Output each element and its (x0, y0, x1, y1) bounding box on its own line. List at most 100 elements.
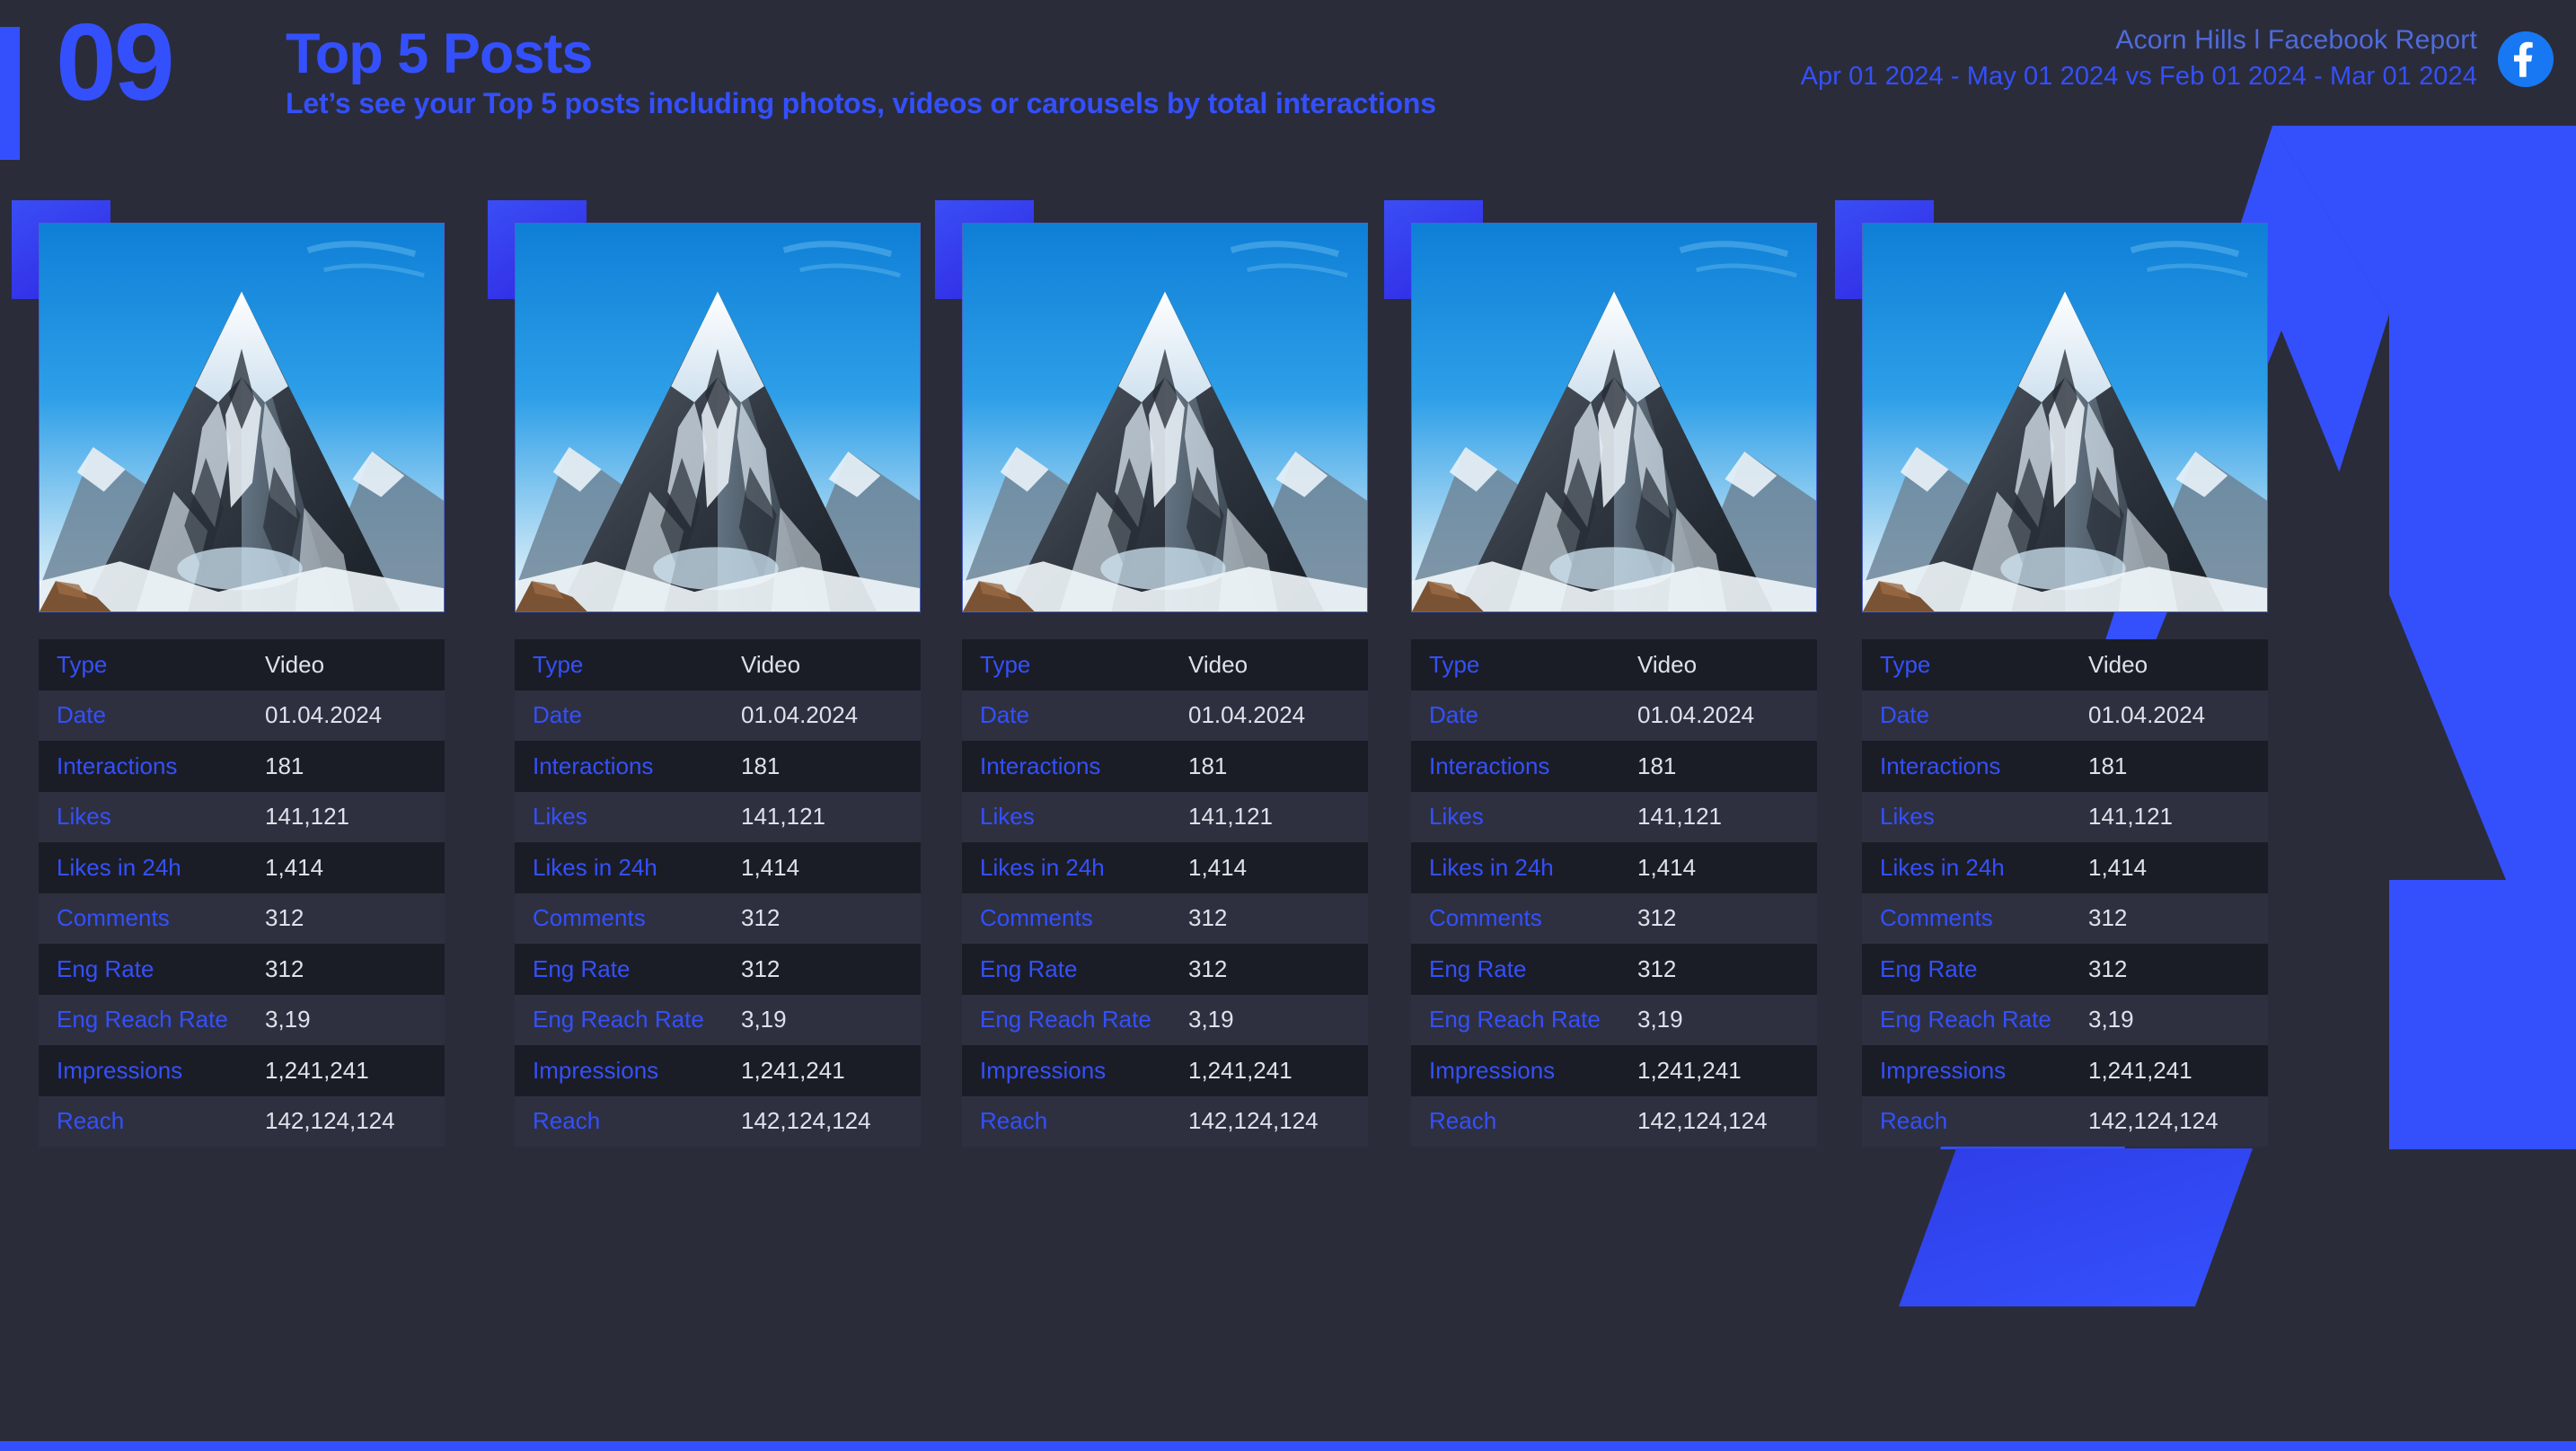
table-row: Date 01.04.2024 (515, 690, 921, 741)
table-row: Likes 141,121 (1411, 791, 1817, 842)
metric-value: 181 (1637, 752, 1677, 779)
metric-value: 312 (265, 954, 304, 982)
table-row: Date 01.04.2024 (1862, 690, 2268, 741)
metric-label: Likes in 24h (533, 853, 657, 881)
metric-label: Likes in 24h (980, 853, 1105, 881)
metric-label: Eng Rate (533, 954, 631, 982)
slide-number: 09 (56, 1, 175, 123)
table-row: Reach 142,124,124 (962, 1095, 1368, 1147)
metric-value: 1,414 (741, 853, 800, 881)
table-row: Impressions 1,241,241 (1411, 1045, 1817, 1096)
metric-label: Type (1429, 650, 1480, 678)
metric-value: 01.04.2024 (1637, 701, 1755, 729)
post-card[interactable]: Type Video Date 01.04.2024 Interactions 181 Li… (488, 200, 946, 1147)
table-row: Interactions 181 (1862, 741, 2268, 792)
post-metrics-table: Type Video Date 01.04.2024 Interactions 181 Li… (39, 639, 445, 1147)
metric-label: Eng Rate (980, 954, 1078, 982)
table-row: Impressions 1,241,241 (1862, 1045, 2268, 1096)
metric-value: 3,19 (1637, 1006, 1683, 1033)
metric-label: Likes (533, 803, 587, 831)
metric-value: 01.04.2024 (2088, 701, 2206, 729)
left-accent-bar (0, 27, 20, 160)
bottom-accent-bar (0, 1441, 2576, 1451)
post-metrics-table: Type Video Date 01.04.2024 Interactions 181 Li… (1862, 639, 2268, 1147)
metric-label: Date (980, 701, 1029, 729)
post-card[interactable]: Type Video Date 01.04.2024 Interactions 181 Li… (1835, 200, 2293, 1147)
table-row: Likes 141,121 (39, 791, 445, 842)
table-row: Eng Reach Rate 3,19 (1411, 994, 1817, 1045)
metric-value: 1,241,241 (741, 1056, 845, 1084)
metric-value: 01.04.2024 (741, 701, 859, 729)
metric-label: Eng Reach Rate (1429, 1006, 1601, 1033)
metric-label: Impressions (980, 1056, 1107, 1084)
post-card[interactable]: Type Video Date 01.04.2024 Interactions 181 Li… (1384, 200, 1842, 1147)
post-thumbnail[interactable] (1411, 223, 1817, 612)
metric-label: Comments (533, 904, 646, 932)
table-row: Reach 142,124,124 (515, 1095, 921, 1147)
metric-value: 181 (2088, 752, 2128, 779)
post-thumbnail[interactable] (39, 223, 445, 612)
table-row: Likes 141,121 (962, 791, 1368, 842)
metric-value: Video (1188, 650, 1248, 678)
metric-value: 1,241,241 (1188, 1056, 1292, 1084)
metric-value: 142,124,124 (741, 1107, 871, 1135)
metric-label: Eng Reach Rate (57, 1006, 228, 1033)
metric-label: Reach (57, 1107, 125, 1135)
metric-value: 3,19 (2088, 1006, 2134, 1033)
metric-value: 1,414 (1188, 853, 1248, 881)
metric-value: 312 (741, 904, 781, 932)
table-row: Eng Reach Rate 3,19 (39, 994, 445, 1045)
table-row: Interactions 181 (962, 741, 1368, 792)
metric-value: Video (741, 650, 801, 678)
metric-value: 3,19 (1188, 1006, 1234, 1033)
table-row: Likes 141,121 (1862, 791, 2268, 842)
report-slide: 09 Top 5 Posts Let’s see your Top 5 post… (0, 0, 2576, 1451)
metric-value: 1,241,241 (1637, 1056, 1742, 1084)
table-row: Comments 312 (39, 893, 445, 944)
metric-label: Type (57, 650, 108, 678)
post-metrics-table: Type Video Date 01.04.2024 Interactions 181 Li… (962, 639, 1368, 1147)
metric-value: 312 (265, 904, 304, 932)
metric-value: 3,19 (741, 1006, 787, 1033)
metric-label: Eng Reach Rate (980, 1006, 1151, 1033)
metric-label: Reach (980, 1107, 1048, 1135)
table-row: Comments 312 (962, 893, 1368, 944)
table-row: Comments 312 (1411, 893, 1817, 944)
metric-label: Date (533, 701, 582, 729)
table-row: Likes in 24h 1,414 (39, 842, 445, 893)
metric-label: Eng Rate (1429, 954, 1527, 982)
metric-label: Type (980, 650, 1031, 678)
table-row: Impressions 1,241,241 (962, 1045, 1368, 1096)
post-card[interactable]: Type Video Date 01.04.2024 Interactions 181 Li… (935, 200, 1393, 1147)
table-row: Type Video (1862, 639, 2268, 690)
metric-value: 181 (265, 752, 304, 779)
post-metrics-table: Type Video Date 01.04.2024 Interactions 181 Li… (515, 639, 921, 1147)
metric-label: Comments (980, 904, 1093, 932)
metric-label: Impressions (1880, 1056, 2007, 1084)
metric-value: 181 (1188, 752, 1228, 779)
post-card[interactable]: Type Video Date 01.04.2024 Interactions 181 Li… (12, 200, 470, 1147)
metric-label: Impressions (57, 1056, 183, 1084)
metric-label: Eng Reach Rate (1880, 1006, 2051, 1033)
post-metrics-table: Type Video Date 01.04.2024 Interactions 181 Li… (1411, 639, 1817, 1147)
table-row: Interactions 181 (1411, 741, 1817, 792)
post-thumbnail[interactable] (1862, 223, 2268, 612)
metric-label: Interactions (980, 752, 1101, 779)
metric-value: 3,19 (265, 1006, 311, 1033)
table-row: Date 01.04.2024 (1411, 690, 1817, 741)
metric-value: 141,121 (741, 803, 825, 831)
metric-value: 142,124,124 (265, 1107, 395, 1135)
date-range-label: Apr 01 2024 - May 01 2024 vs Feb 01 2024… (1800, 61, 2477, 91)
post-thumbnail[interactable] (962, 223, 1368, 612)
metric-value: 1,414 (1637, 853, 1697, 881)
post-thumbnail[interactable] (515, 223, 921, 612)
table-row: Reach 142,124,124 (39, 1095, 445, 1147)
table-row: Eng Reach Rate 3,19 (515, 994, 921, 1045)
metric-label: Likes (1429, 803, 1484, 831)
metric-label: Likes (57, 803, 111, 831)
metric-value: 1,414 (2088, 853, 2148, 881)
table-row: Likes 141,121 (515, 791, 921, 842)
brand-and-report-label: Acorn Hills l Facebook Report (2115, 25, 2477, 55)
metric-value: 312 (2088, 954, 2128, 982)
metric-value: 142,124,124 (2088, 1107, 2219, 1135)
